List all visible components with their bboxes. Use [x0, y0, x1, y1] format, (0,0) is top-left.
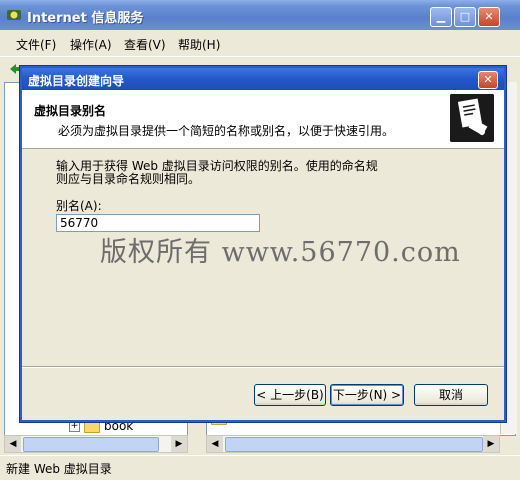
window-close-button[interactable]: ✕ [478, 7, 500, 27]
watermark-text: 版权所有 www.56770.com [100, 237, 461, 268]
wizard-description: 输入用于获得 Web 虚拟目录访问权限的别名。使用的命名规 则应与目录命名规则相… [56, 160, 396, 186]
window-title: Internet 信息服务 [27, 11, 144, 26]
wizard-directory-icon [450, 94, 494, 142]
dialog-separator [22, 366, 504, 368]
dialog-title-bar[interactable]: 虚拟目录创建向导 ✕ [22, 68, 504, 90]
list-horizontal-scrollbar[interactable]: ◀ ▶ [206, 435, 500, 453]
description-line: 则应与目录命名规则相同。 [56, 172, 201, 186]
menu-action[interactable]: 操作(A) [70, 36, 112, 53]
iis-app-icon [7, 10, 21, 20]
wizard-step-subtitle: 必须为虚拟目录提供一个简短的名称或别名，以便于快速引用。 [58, 124, 395, 138]
menu-file[interactable]: 文件(F) [16, 36, 56, 53]
scroll-right-icon[interactable]: ▶ [171, 436, 187, 452]
back-button[interactable]: < 上一步(B) [254, 384, 326, 406]
dialog-title: 虚拟目录创建向导 [28, 74, 125, 88]
scroll-right-icon[interactable]: ▶ [483, 436, 499, 452]
wizard-step-title: 虚拟目录别名 [34, 104, 107, 118]
wizard-header: 虚拟目录别名 必须为虚拟目录提供一个简短的名称或别名，以便于快速引用。 [22, 90, 504, 149]
cancel-button[interactable]: 取消 [414, 384, 488, 406]
alias-label: 别名(A): [56, 199, 102, 213]
virtual-directory-wizard-dialog: 虚拟目录创建向导 ✕ 虚拟目录别名 必须为虚拟目录提供一个简短的名称或别名，以便… [20, 66, 506, 422]
scroll-left-icon[interactable]: ◀ [207, 436, 223, 452]
window-title-bar[interactable]: Internet 信息服务 ▁ □ ✕ [0, 0, 520, 30]
scroll-thumb[interactable] [225, 437, 483, 452]
next-button[interactable]: 下一步(N) > [330, 384, 404, 406]
scroll-left-icon[interactable]: ◀ [5, 436, 21, 452]
maximize-button[interactable]: □ [454, 7, 476, 27]
dialog-close-button[interactable]: ✕ [478, 71, 498, 89]
menu-view[interactable]: 查看(V) [124, 36, 166, 53]
tree-horizontal-scrollbar[interactable]: ◀ ▶ [4, 435, 188, 453]
menu-help[interactable]: 帮助(H) [178, 36, 220, 53]
menu-bar: 文件(F) 操作(A) 查看(V) 帮助(H) [0, 33, 520, 53]
status-bar: 新建 Web 虚拟目录 [0, 455, 520, 478]
minimize-button[interactable]: ▁ [430, 7, 452, 27]
expand-icon[interactable]: + [69, 420, 80, 432]
status-text: 新建 Web 虚拟目录 [6, 462, 112, 476]
scroll-thumb[interactable] [23, 437, 159, 452]
